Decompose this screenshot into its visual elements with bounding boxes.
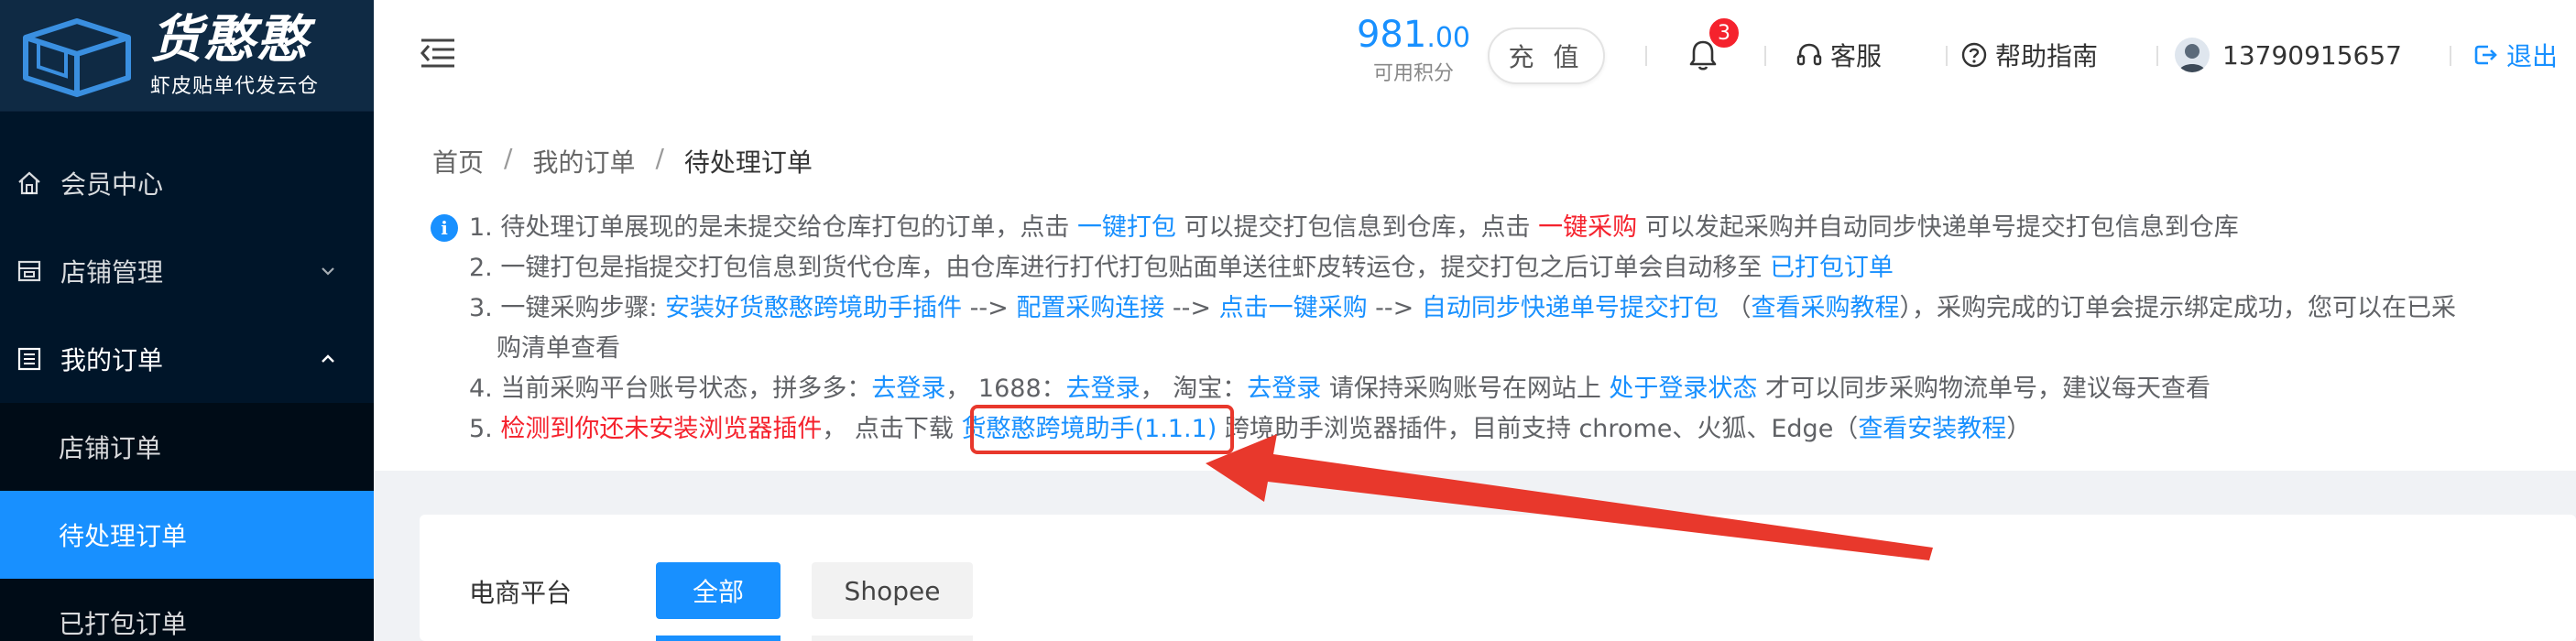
shop-icon <box>15 256 44 286</box>
sidebar-item-member-center[interactable]: 会员中心 <box>0 139 374 227</box>
notice-text: 4. 当前采购平台账号状态，拼多多： <box>469 375 872 403</box>
points-balance: 981.00 可用积分 <box>1349 13 1478 88</box>
chevron-up-icon <box>322 354 334 363</box>
recharge-button[interactable]: 充 值 <box>1488 27 1605 84</box>
notice-text: ） <box>2006 415 2032 443</box>
sidebar-item-label: 店铺管理 <box>60 257 164 288</box>
login-status-link[interactable]: 处于登录状态 <box>1609 375 1757 403</box>
pinduoduo-login-link[interactable]: 去登录 <box>871 375 945 403</box>
notice-line-2: 2. 一键打包是指提交打包信息到货代仓库，由仓库进行打代打包贴面单送往虾皮转运仓… <box>469 248 1894 288</box>
notice-text: 3. 一键采购步骤: <box>469 294 666 322</box>
notice-line-1: 1. 待处理订单展现的是未提交给仓库打包的订单，点击 一键打包 可以提交打包信息… <box>469 208 2239 248</box>
divider <box>2450 46 2451 66</box>
install-plugin-link[interactable]: 安装好货憨憨跨境助手插件 <box>665 294 962 322</box>
notice-text: --> <box>1367 294 1422 322</box>
logout-icon <box>2474 45 2497 65</box>
notice-text: 可以提交打包信息到仓库，点击 <box>1175 213 1539 242</box>
1688-login-link[interactable]: 去登录 <box>1066 375 1141 403</box>
logout-button[interactable]: 退出 <box>2472 37 2558 73</box>
notice-text: 跨境助手浏览器插件，目前支持 chrome、火狐、Edge（ <box>1217 415 1859 443</box>
packed-orders-link[interactable]: 已打包订单 <box>1770 254 1894 282</box>
breadcrumb-my-orders[interactable]: 我的订单 <box>532 143 635 179</box>
notice-text: 可以发起采购并自动同步快递单号提交打包信息到仓库 <box>1637 213 2239 242</box>
points-value: 981 <box>1356 14 1427 56</box>
notice-line-3: 3. 一键采购步骤: 安装好货憨憨跨境助手插件 --> 配置采购连接 --> 点… <box>469 288 2456 329</box>
logout-label: 退出 <box>2506 41 2559 71</box>
account-number: 13790915657 <box>2222 39 2402 71</box>
sidebar-item-shop-management[interactable]: 店铺管理 <box>0 227 374 315</box>
notice-panel: 首页 / 我的订单 / 待处理订单 i 1. 待处理订单展现的是未提交给仓库打包… <box>374 112 2576 471</box>
submenu-item-packed-orders[interactable]: 已打包订单 <box>0 579 374 641</box>
notice-text: ， 1688： <box>945 375 1066 403</box>
configure-purchase-link[interactable]: 配置采购连接 <box>1016 294 1164 322</box>
sidebar-item-label: 会员中心 <box>60 169 164 200</box>
help-guide-label: 帮助指南 <box>1995 41 2099 71</box>
submenu-item-pending-orders[interactable]: 待处理订单 <box>0 491 374 579</box>
breadcrumb: 首页 / 我的订单 / 待处理订单 <box>432 143 813 179</box>
submenu-item-shop-orders[interactable]: 店铺订单 <box>0 403 374 491</box>
brand-subtitle: 虾皮贴单代发云仓 <box>150 74 320 98</box>
install-tutorial-link[interactable]: 查看安装教程 <box>1858 415 2006 443</box>
notice-text: 5. <box>469 415 501 443</box>
chevron-down-icon <box>322 267 334 276</box>
divider <box>2156 46 2158 66</box>
platform-filter-all[interactable]: 全部 <box>656 562 780 619</box>
notice-text: ， 点击下载 <box>822 415 962 443</box>
avatar <box>2175 38 2210 72</box>
menu-fold-icon[interactable] <box>420 37 456 70</box>
sidebar-item-my-orders[interactable]: 我的订单 <box>0 315 374 403</box>
filter-row-indicator <box>812 636 973 641</box>
headset-icon <box>1796 43 1822 66</box>
breadcrumb-home[interactable]: 首页 <box>432 143 484 179</box>
annotation-highlight-box <box>970 405 1234 454</box>
question-circle-icon <box>1961 42 1987 68</box>
click-one-click-purchase-link[interactable]: 点击一键采购 <box>1219 294 1368 322</box>
notice-text: ， 淘宝： <box>1140 375 1248 403</box>
info-icon: i <box>431 214 458 242</box>
platform-filter-shopee[interactable]: Shopee <box>812 562 973 619</box>
brand-title: 货憨憨 <box>150 9 310 70</box>
divider <box>1946 46 1948 66</box>
brand-logo[interactable]: 货憨憨 虾皮贴单代发云仓 <box>0 0 374 112</box>
notice-text: ），采购完成的订单会提示绑定成功，您可以在已采 <box>1899 294 2456 322</box>
sidebar: 货憨憨 虾皮贴单代发云仓 会员中心 店铺管理 我的订单 店铺订单 待处理订单 已… <box>0 0 374 641</box>
plugin-not-installed-warning: 检测到你还未安装浏览器插件 <box>500 415 823 443</box>
breadcrumb-separator: / <box>504 143 513 173</box>
customer-service-label: 客服 <box>1830 41 1883 71</box>
home-icon <box>15 168 44 198</box>
purchase-tutorial-link[interactable]: 查看采购教程 <box>1751 294 1899 322</box>
notice-text: 1. 待处理订单展现的是未提交给仓库打包的订单，点击 <box>469 213 1077 242</box>
divider <box>1764 46 1766 66</box>
filter-panel: 电商平台 全部 Shopee <box>420 515 2576 641</box>
points-decimal: .00 <box>1426 22 1471 54</box>
customer-service-link[interactable]: 客服 <box>1796 37 1882 73</box>
one-click-purchase-link[interactable]: 一键采购 <box>1538 213 1637 242</box>
filter-row-indicator <box>656 636 780 641</box>
breadcrumb-separator: / <box>655 143 664 173</box>
sidebar-item-label: 我的订单 <box>60 345 164 375</box>
user-account[interactable]: 13790915657 <box>2175 37 2402 73</box>
notice-line-3-cont: 购清单查看 <box>497 334 620 363</box>
top-header: 981.00 可用积分 充 值 3 客服 帮助指南 13790915657 退出 <box>374 0 2576 112</box>
notice-text: 2. 一键打包是指提交打包信息到货代仓库，由仓库进行打代打包贴面单送往虾皮转运仓… <box>469 254 1770 282</box>
notice-text: （ <box>1718 294 1752 322</box>
points-label: 可用积分 <box>1372 62 1454 85</box>
help-guide-link[interactable]: 帮助指南 <box>1960 37 2098 73</box>
notice-line-5: 5. 检测到你还未安装浏览器插件， 点击下载 货憨憨跨境助手(1.1.1) 跨境… <box>469 409 2031 450</box>
breadcrumb-current: 待处理订单 <box>683 147 813 178</box>
one-click-pack-link[interactable]: 一键打包 <box>1077 213 1176 242</box>
taobao-login-link[interactable]: 去登录 <box>1247 375 1321 403</box>
box-logo-icon <box>23 17 131 97</box>
main-content: 首页 / 我的订单 / 待处理订单 i 1. 待处理订单展现的是未提交给仓库打包… <box>374 112 2576 641</box>
notice-text: --> <box>962 294 1017 322</box>
notification-badge: 3 <box>1708 16 1741 49</box>
notice-text: 请保持采购账号在网站上 <box>1321 375 1610 403</box>
notice-line-4: 4. 当前采购平台账号状态，拼多多：去登录， 1688：去登录， 淘宝：去登录 … <box>469 369 2210 409</box>
notice-text: 才可以同步采购物流单号，建议每天查看 <box>1757 375 2210 403</box>
auto-sync-link[interactable]: 自动同步快递单号提交打包 <box>1422 294 1719 322</box>
notice-text: --> <box>1164 294 1219 322</box>
order-list-icon <box>15 344 44 374</box>
platform-filter-label: 电商平台 <box>469 578 573 608</box>
divider <box>1645 46 1647 66</box>
